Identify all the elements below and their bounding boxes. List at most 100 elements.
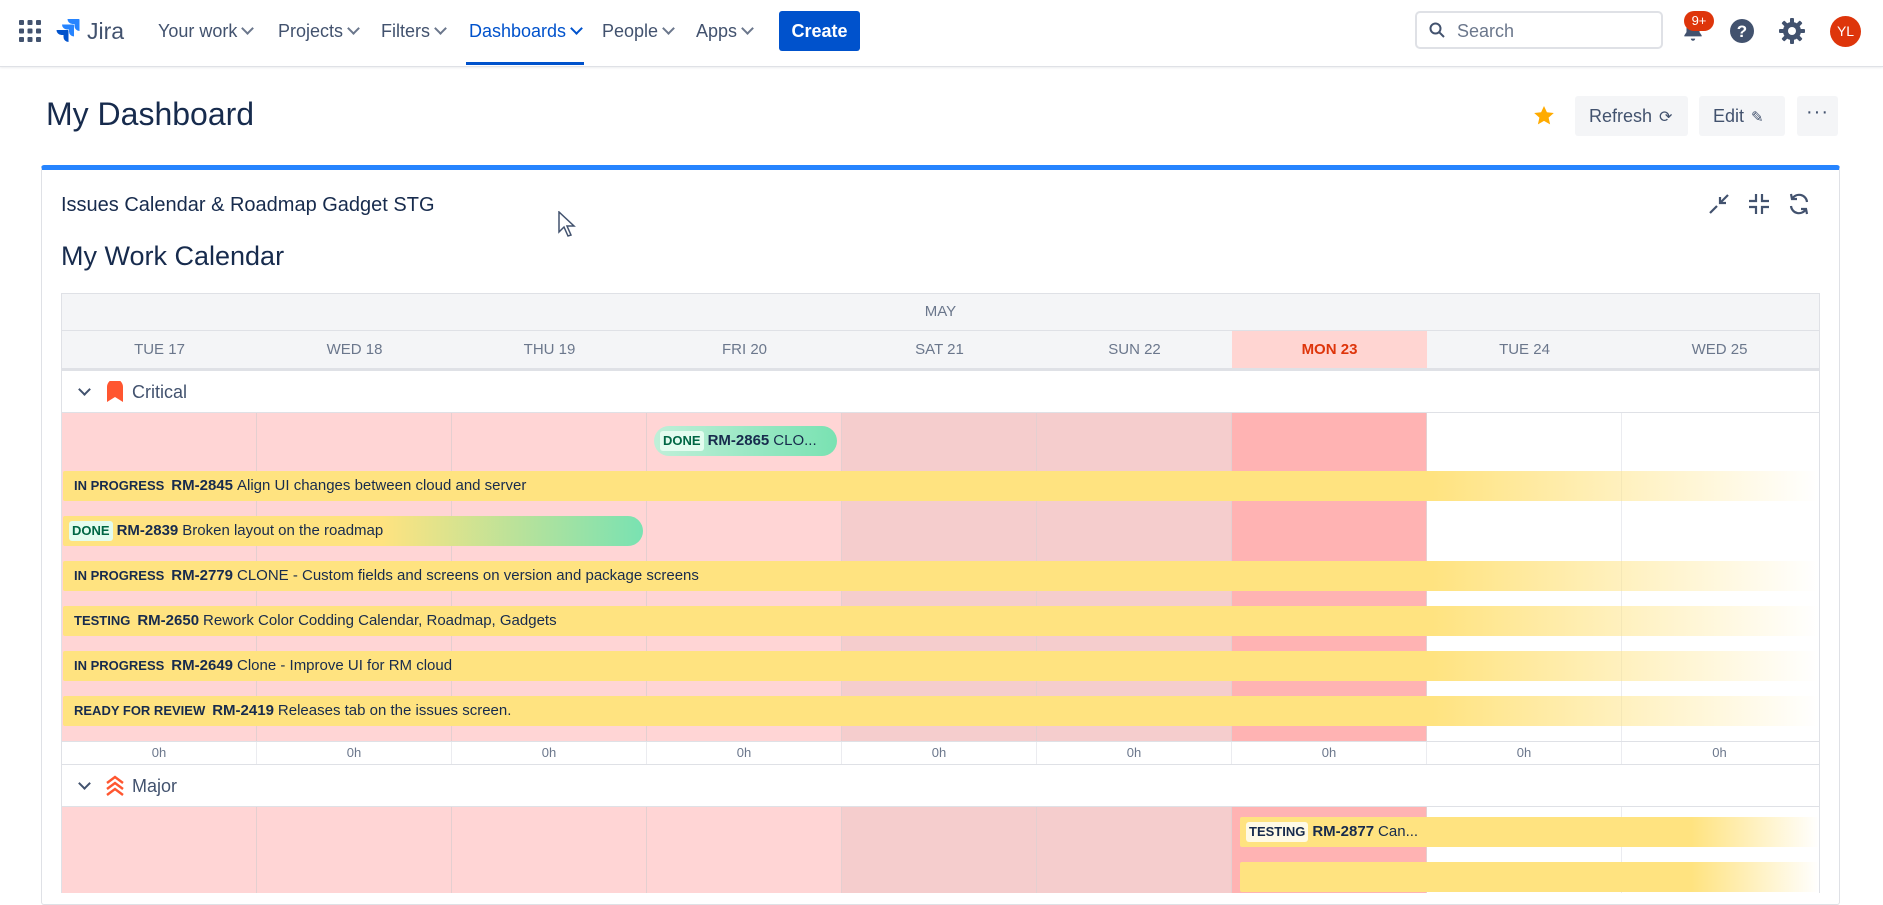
day-header: TUE 24 (1499, 341, 1550, 358)
issue-bar[interactable]: IN PROGRESS RM-2779 CLONE - Custom fields … (63, 561, 1819, 591)
help-icon: ? (1730, 19, 1754, 43)
nav-filters-label: Filters (381, 21, 430, 41)
day-header-today: MON 23 (1232, 331, 1427, 368)
issue-key: RM-2649 (171, 657, 233, 674)
hours-cell: 0h (257, 742, 452, 764)
nav-projects[interactable]: Projects (278, 0, 360, 64)
nav-apps-label: Apps (696, 21, 738, 41)
issue-bar[interactable]: IN PROGRESS RM-2845 Align UI changes betwe… (63, 471, 1819, 501)
day-cell-weekend (1037, 807, 1232, 893)
issue-key: RM-2650 (137, 612, 200, 629)
more-actions-button[interactable]: ··· (1797, 96, 1838, 136)
logged-hours-row: 0h 0h 0h 0h 0h 0h 0h 0h 0h (61, 741, 1820, 765)
issue-status: DONE (69, 521, 113, 541)
day-header: SUN 22 (1108, 341, 1161, 358)
page-title: My Dashboard (46, 96, 255, 132)
issue-summary: Clone - Improve UI for RM cloud (237, 657, 453, 674)
nav-your-work[interactable]: Your work (158, 0, 255, 64)
chevron-down-icon[interactable] (78, 777, 91, 790)
issue-bar[interactable]: IN PROGRESS RM-2649 Clone - Improve UI for… (63, 651, 1819, 681)
minimize-icon (1709, 194, 1729, 214)
nav-people[interactable]: People (602, 0, 675, 64)
refresh-icon: ⟳ (1659, 109, 1673, 126)
issue-key: RM-2419 (212, 702, 274, 719)
issue-bar[interactable]: READY FOR REVIEW RM-2419 Releases tab on t… (63, 696, 1819, 726)
day-header: SAT 21 (915, 341, 964, 358)
issue-bar[interactable]: TESTING RM-2877 Can... (1240, 817, 1819, 847)
edit-button[interactable]: Edit ✎ (1699, 96, 1785, 136)
hours-cell: 0h (1037, 742, 1232, 764)
critical-body: DONE RM-2865 CLO... IN PROGRESS RM-2845 Alig… (61, 413, 1820, 741)
group-header-major[interactable]: Major (61, 765, 1820, 807)
reload-gadget-button[interactable] (1787, 192, 1811, 216)
chevron-down-icon (570, 22, 583, 35)
gadget-title: Issues Calendar & Roadmap Gadget STG (61, 194, 435, 216)
jira-logo-text: Jira (87, 18, 125, 44)
collapse-button[interactable] (1748, 193, 1770, 215)
issue-key: RM-2877 (1312, 823, 1375, 840)
day-cell (647, 807, 842, 893)
issue-status: TESTING (74, 613, 131, 628)
issue-status: READY FOR REVIEW (74, 703, 206, 718)
chevron-down-icon (347, 22, 360, 35)
issue-key: RM-2839 (116, 522, 179, 539)
group-label: Critical (132, 382, 188, 402)
group-label: Major (132, 776, 178, 796)
reload-icon (1789, 193, 1809, 215)
group-header-critical[interactable]: Critical (61, 371, 1820, 413)
edit-button-label: Edit (1713, 106, 1745, 126)
hours-cell: 0h (1232, 742, 1427, 764)
issue-bar-partial[interactable] (1240, 862, 1819, 892)
day-header: WED 25 (1691, 341, 1748, 358)
settings-button[interactable] (1778, 17, 1806, 45)
more-icon: ··· (1806, 101, 1829, 123)
minimize-button[interactable] (1708, 193, 1730, 215)
day-cell (62, 807, 257, 893)
create-button[interactable]: Create (779, 11, 860, 51)
mouse-cursor-icon (558, 211, 576, 237)
nav-dashboards[interactable]: Dashboards (466, 0, 585, 65)
refresh-button[interactable]: Refresh ⟳ (1575, 96, 1688, 136)
issue-summary: Rework Color Codding Calendar, Roadmap, … (203, 612, 557, 629)
pencil-icon: ✎ (1751, 109, 1764, 126)
issue-summary: Can... (1378, 823, 1419, 840)
collapse-icon (1749, 194, 1769, 214)
issue-bar[interactable]: DONE RM-2839 Broken layout on the roadmap (63, 516, 643, 546)
nav-filters[interactable]: Filters (381, 0, 447, 64)
day-header: TUE 17 (134, 341, 185, 358)
day-header-row: TUE 17 WED 18 THU 19 FRI 20 SAT 21 SUN 2… (61, 331, 1820, 371)
issue-status: IN PROGRESS (74, 568, 165, 583)
issue-status: IN PROGRESS (74, 658, 165, 673)
issue-bar[interactable]: DONE RM-2865 CLO... (654, 426, 837, 456)
issue-bar[interactable]: TESTING RM-2650 Rework Color Codding Calen… (63, 606, 1819, 636)
hours-cell: 0h (62, 742, 257, 764)
chevron-down-icon (434, 22, 447, 35)
issue-key: RM-2779 (171, 567, 233, 584)
avatar[interactable]: YL (1830, 16, 1861, 47)
nav-apps[interactable]: Apps (696, 0, 754, 64)
calendar-grid: MAY TUE 17 WED 18 THU 19 FRI 20 SAT 21 S… (61, 293, 1820, 893)
help-button[interactable]: ? (1728, 17, 1756, 45)
issue-key: RM-2845 (171, 477, 233, 494)
chevron-down-icon (741, 22, 754, 35)
hours-cell: 0h (842, 742, 1037, 764)
search-box[interactable] (1415, 11, 1663, 49)
calendar-title: My Work Calendar (61, 241, 285, 271)
nav-people-label: People (602, 21, 659, 41)
issue-summary: Align UI changes between cloud and serve… (237, 477, 527, 494)
star-button[interactable] (1532, 104, 1556, 128)
chevron-down-icon[interactable] (78, 383, 91, 396)
nav-projects-label: Projects (278, 21, 344, 41)
major-priority-icon (106, 775, 124, 796)
chevron-down-icon (241, 22, 255, 35)
issue-summary: CLONE - Custom fields and screens on ver… (237, 567, 699, 584)
hours-cell: 0h (1712, 745, 1727, 760)
search-input[interactable] (1455, 17, 1659, 45)
issue-status: TESTING (1246, 822, 1309, 842)
critical-priority-icon (107, 381, 123, 402)
issue-status: DONE (660, 431, 704, 451)
svg-text:?: ? (1737, 22, 1747, 41)
app-switcher-icon[interactable] (19, 20, 41, 42)
major-body: TESTING RM-2877 Can... (61, 807, 1820, 893)
day-header: FRI 20 (721, 341, 767, 358)
